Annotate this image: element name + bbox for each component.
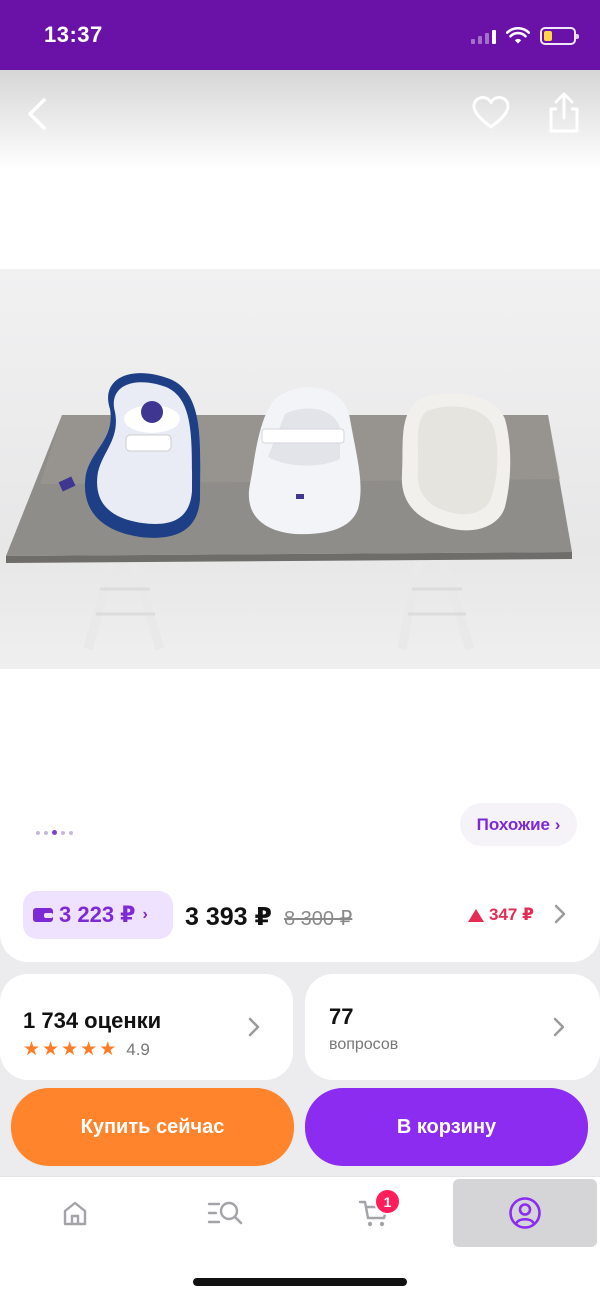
product-gallery[interactable]: Похожие › [0, 70, 600, 870]
old-price: 8 300 ₽ [284, 908, 353, 930]
cart-count-badge: 1 [374, 1188, 401, 1215]
share-icon[interactable] [544, 90, 584, 136]
heart-icon[interactable] [470, 92, 512, 136]
product-photo[interactable] [0, 269, 600, 669]
gallery-pagination [36, 830, 73, 835]
tab-profile[interactable] [453, 1179, 597, 1247]
page-dot [61, 830, 65, 835]
questions-card[interactable]: 77 вопросов [305, 974, 600, 1080]
back-arrow-icon[interactable] [18, 92, 58, 136]
wifi-icon [506, 27, 530, 44]
price-card[interactable]: 3 223 ₽ › 3 393 ₽ 8 300 ₽ 347 ₽ [0, 870, 600, 962]
add-to-cart-button[interactable]: В корзину [305, 1088, 588, 1166]
product-image [6, 373, 572, 651]
questions-label: вопросов [329, 1036, 399, 1053]
chevron-right-icon: › [142, 906, 148, 923]
star-icon: ★ [80, 1039, 98, 1060]
wallet-price-value: 3 223 ₽ [59, 902, 136, 927]
rating-value: 4.9 [126, 1040, 150, 1059]
star-icon: ★ [42, 1039, 60, 1060]
status-time: 13:37 [44, 22, 103, 47]
similar-button[interactable]: Похожие › [460, 803, 577, 846]
triangle-up-icon [468, 908, 484, 922]
status-bar: 13:37 [0, 0, 600, 70]
rating-card[interactable]: 1 734 оценки ★ ★ ★ ★ ★ 4.9 [0, 974, 293, 1080]
page-dot-active [52, 830, 57, 835]
profile-icon [509, 1197, 541, 1229]
home-icon [63, 1201, 87, 1226]
page-dot [69, 830, 73, 835]
wallet-icon [33, 908, 53, 922]
wallet-price-button[interactable]: 3 223 ₽ › [23, 891, 173, 939]
cellular-signal-icon [471, 28, 496, 44]
catalog-search-icon [207, 1201, 243, 1225]
tab-home[interactable] [3, 1179, 147, 1247]
rating-stars: ★ ★ ★ ★ ★ 4.9 [23, 1040, 150, 1060]
chevron-right-icon [248, 1017, 260, 1037]
price-drop[interactable]: 347 ₽ [468, 905, 534, 925]
tab-cart[interactable] [302, 1179, 446, 1247]
home-indicator [193, 1278, 407, 1286]
battery-icon [540, 27, 579, 45]
status-icons [471, 24, 579, 48]
star-icon: ★ [99, 1039, 117, 1060]
tab-bar: 1 [0, 1176, 600, 1297]
price-drop-value: 347 ₽ [489, 905, 534, 924]
chevron-right-icon[interactable] [552, 902, 568, 926]
page-dot [44, 830, 48, 835]
ratings-count: 1 734 оценки [23, 1008, 162, 1033]
buy-now-button[interactable]: Купить сейчас [11, 1088, 294, 1166]
current-price: 3 393 ₽ [185, 903, 272, 931]
chevron-right-icon [553, 1017, 565, 1037]
tab-catalog[interactable] [153, 1179, 297, 1247]
page-dot [36, 830, 40, 835]
star-icon: ★ [61, 1039, 79, 1060]
star-icon: ★ [23, 1039, 41, 1060]
questions-count: 77 [329, 1004, 354, 1029]
